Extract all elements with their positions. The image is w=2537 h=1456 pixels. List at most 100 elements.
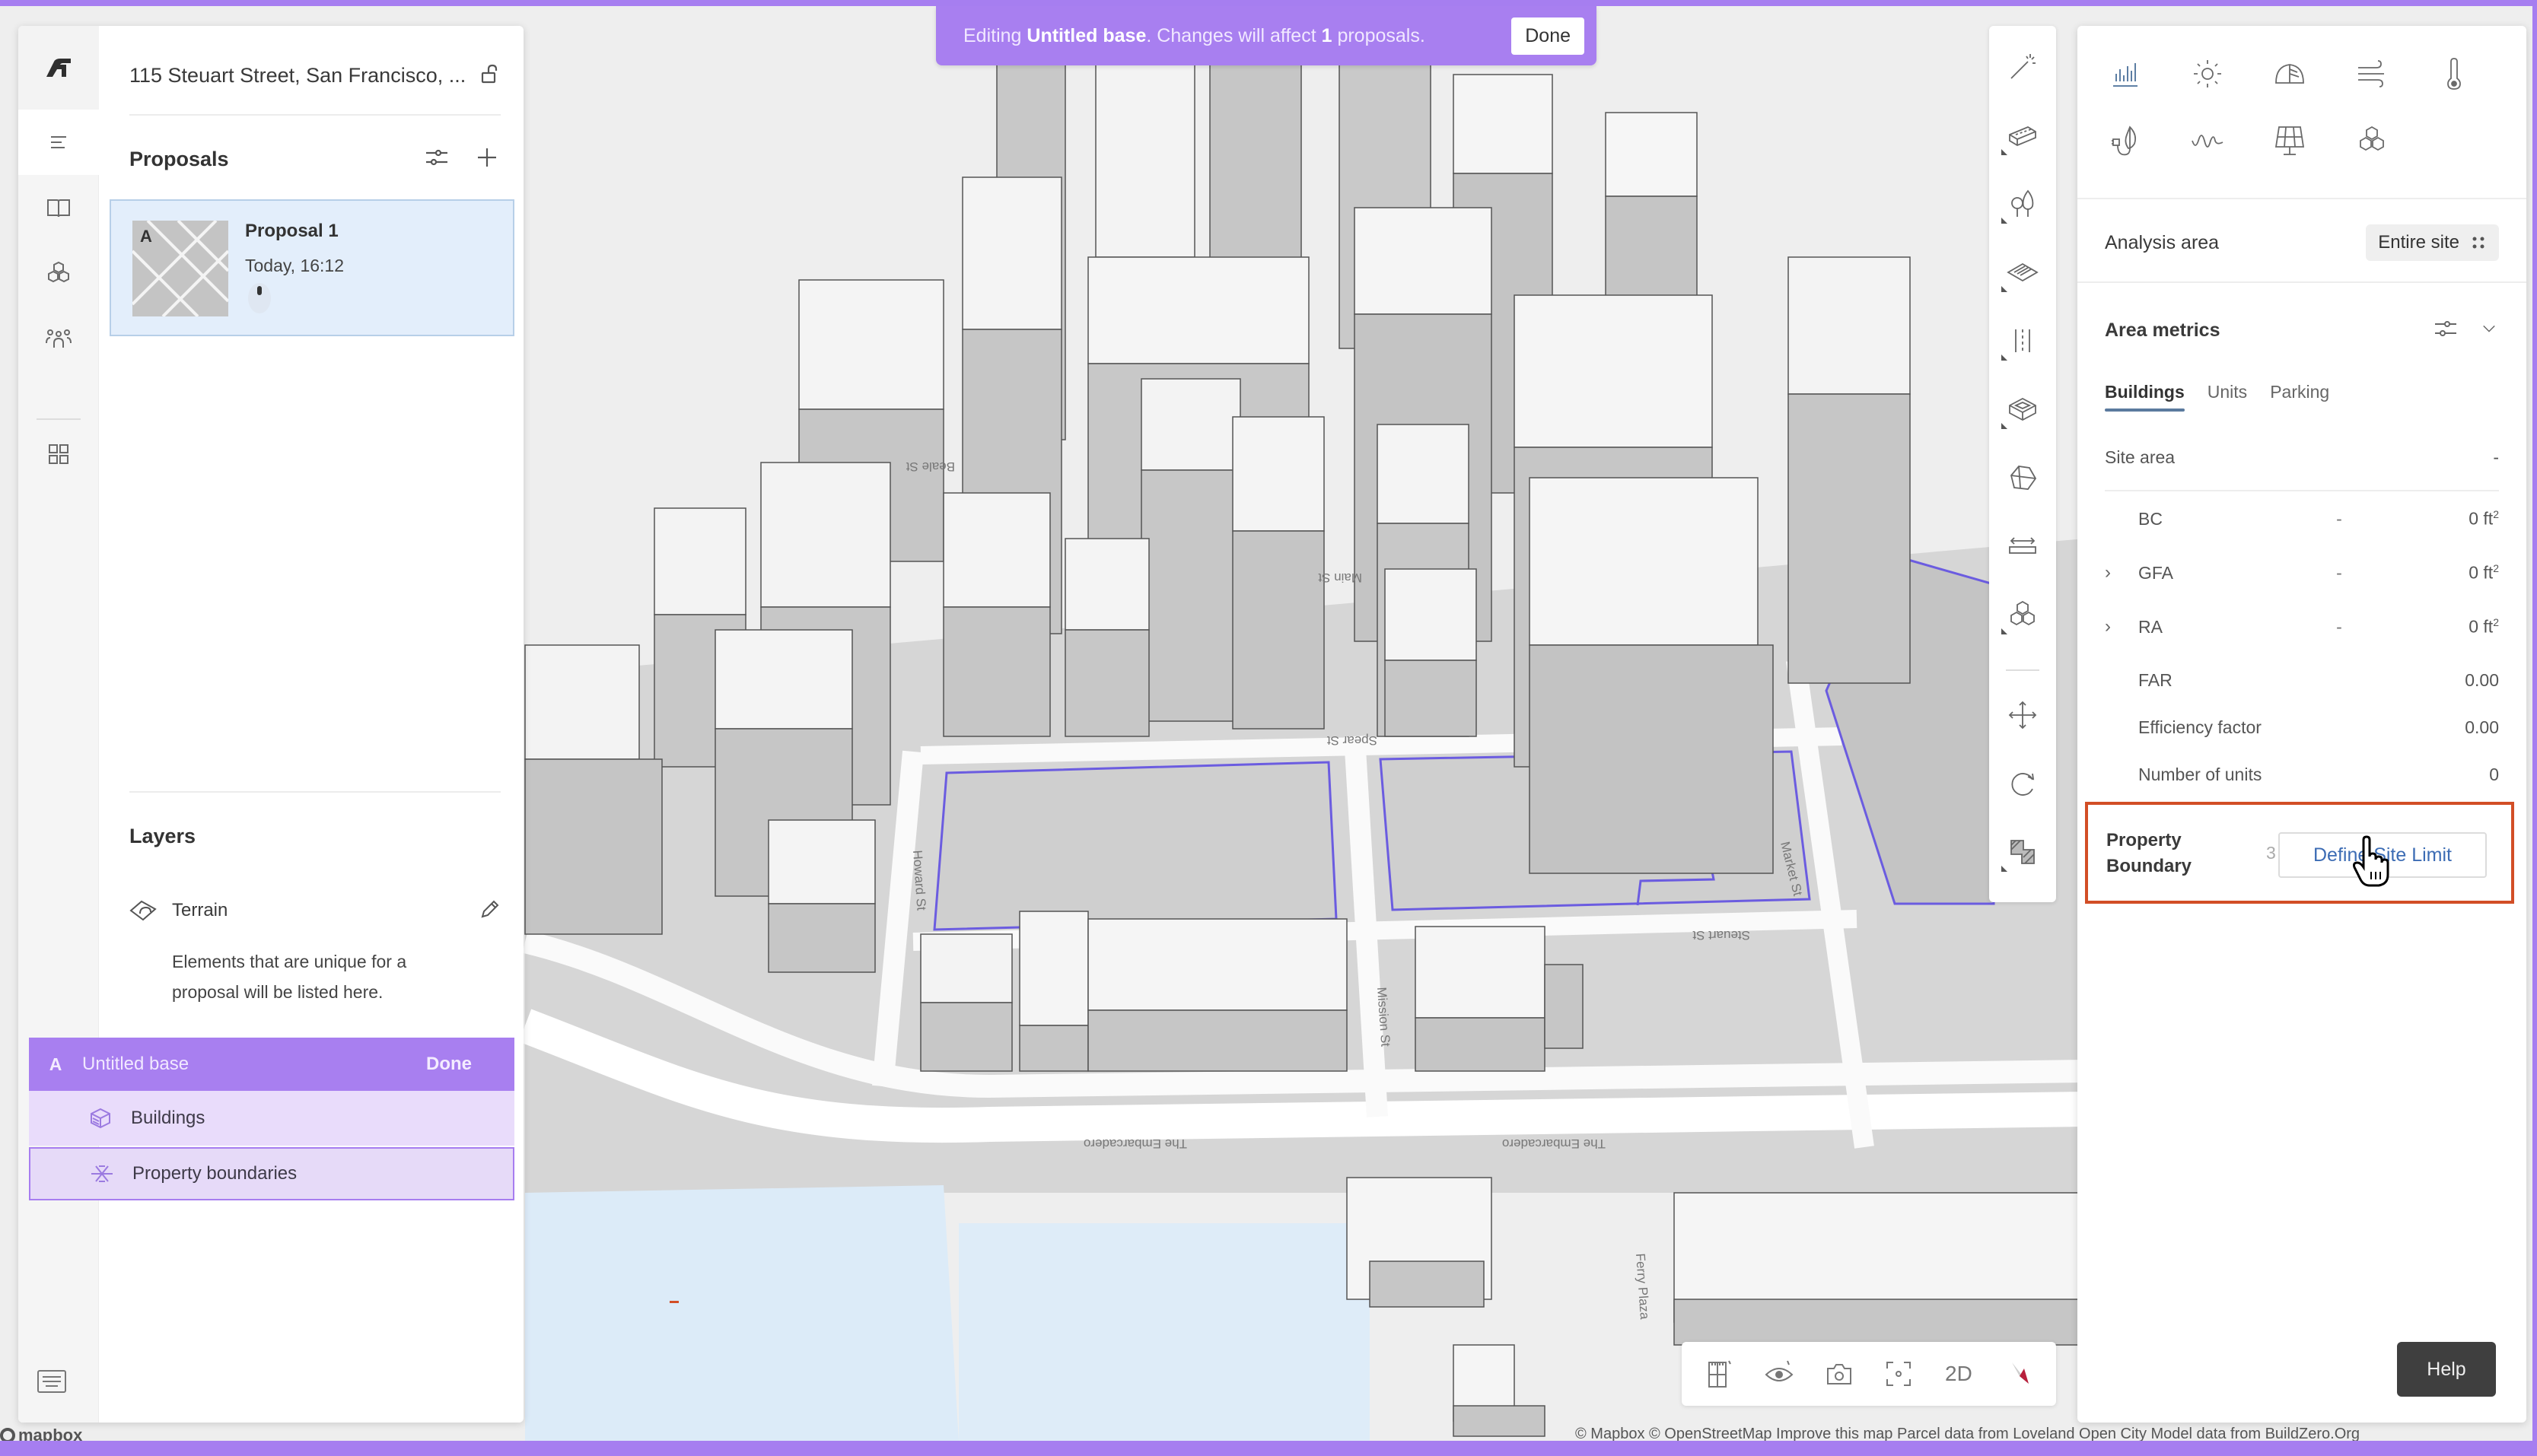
- base-done-button[interactable]: Done: [426, 1054, 472, 1075]
- focus-button[interactable]: [1876, 1351, 1921, 1397]
- street-label-beale: Beale St: [906, 459, 955, 474]
- analysis-sun-button[interactable]: [2182, 49, 2233, 99]
- metric-label: RA: [2138, 616, 2163, 637]
- tool-roof[interactable]: [1989, 447, 2056, 508]
- analysis-area-metrics-button[interactable]: [2100, 49, 2150, 99]
- metric-dash: -: [2336, 562, 2342, 583]
- water-area-2: [959, 1223, 1370, 1441]
- analysis-temperature-button[interactable]: [2429, 49, 2479, 99]
- 2d-toggle-button[interactable]: 2D: [1936, 1351, 1982, 1397]
- banner-base-name: Untitled base: [1027, 24, 1147, 46]
- plus-icon: [478, 148, 496, 167]
- right-panel: Analysis area Entire site Area metrics B…: [2077, 26, 2526, 1423]
- tool-vegetation[interactable]: [1989, 173, 2056, 234]
- proposals-header: Proposals: [129, 140, 501, 178]
- tool-measure[interactable]: [1989, 516, 2056, 577]
- layer-property-boundaries[interactable]: Property boundaries: [29, 1147, 514, 1200]
- modeling-toolbar: [1989, 26, 2056, 902]
- floor-plan-button[interactable]: [1696, 1351, 1742, 1397]
- rail-item-components[interactable]: [18, 240, 99, 306]
- daylight-dome-icon: [2275, 64, 2304, 84]
- terrain-layer[interactable]: Terrain: [129, 892, 501, 930]
- proposal-card[interactable]: A Proposal 1 Today, 16:12: [110, 199, 514, 336]
- map-marker: [670, 1301, 679, 1303]
- site-area-value: -: [2493, 447, 2499, 467]
- expand-chevron-icon[interactable]: ›: [2105, 562, 2138, 583]
- compass-button[interactable]: [1996, 1351, 2042, 1397]
- street-label-embarcadero-2: The Embarcadero: [1502, 1137, 1606, 1151]
- rail-item-collaborators[interactable]: [18, 306, 99, 371]
- compass-icon: [2011, 1362, 2029, 1384]
- metric-label: Number of units: [2138, 764, 2262, 784]
- tool-rotate[interactable]: [1989, 753, 2056, 814]
- buildings-layer-icon: [91, 1108, 110, 1129]
- site-area-row: Site area -: [2105, 447, 2499, 468]
- property-boundary-value: 3: [2266, 843, 2276, 863]
- box-icon: [2009, 397, 2036, 421]
- tool-surface[interactable]: [1989, 242, 2056, 303]
- banner-done-button[interactable]: Done: [1511, 17, 1584, 55]
- metric-value: 0 ft2: [2415, 562, 2499, 583]
- metric-value-text: 0 ft: [2469, 616, 2494, 637]
- autodesk-logo-icon[interactable]: [18, 26, 99, 110]
- tab-parking[interactable]: Parking: [2270, 382, 2329, 412]
- left-panel: 115 Steuart Street, San Francisco, ... P…: [18, 26, 524, 1423]
- map-attribution[interactable]: © Mapbox © OpenStreetMap Improve this ma…: [1575, 1426, 2360, 1441]
- property-lot-1[interactable]: [933, 761, 1338, 931]
- property-boundaries-icon: [91, 1165, 113, 1182]
- metric-row-bc: BC - 0 ft2: [2105, 504, 2499, 534]
- street-label-steuart: Steuart St: [1692, 928, 1750, 943]
- tool-box[interactable]: [1989, 379, 2056, 440]
- analysis-area-value: Entire site: [2378, 232, 2459, 253]
- analysis-energy-button[interactable]: [2100, 116, 2150, 166]
- mapbox-logo-text: mapbox: [18, 1426, 83, 1441]
- hatch-icon: [2010, 840, 2035, 864]
- analysis-cubes-button[interactable]: [2347, 116, 2397, 166]
- metrics-tabs: Buildings Units Parking: [2105, 382, 2329, 412]
- tab-buildings[interactable]: Buildings: [2105, 382, 2185, 412]
- rail-item-apps[interactable]: [18, 421, 99, 487]
- analysis-noise-button[interactable]: [2182, 116, 2233, 166]
- bar-chart-icon: [2113, 63, 2138, 87]
- chevron-down-icon: [2483, 325, 2495, 332]
- analysis-solar-button[interactable]: [2265, 116, 2315, 166]
- street-label-main: Main St: [1318, 571, 1362, 585]
- analysis-daylight-button[interactable]: [2265, 49, 2315, 99]
- tab-units[interactable]: Units: [2208, 382, 2247, 412]
- tool-hatch[interactable]: [1989, 822, 2056, 882]
- keyboard-shortcuts-button[interactable]: [37, 1369, 67, 1397]
- people-icon: [46, 329, 72, 348]
- metric-row-efficiency: Efficiency factor 0.00: [2105, 712, 2499, 742]
- project-header: 115 Steuart Street, San Francisco, ...: [129, 56, 501, 94]
- analysis-area-select[interactable]: Entire site: [2366, 224, 2499, 261]
- area-metrics-collapse-button[interactable]: [2479, 319, 2499, 342]
- surface-icon: [2007, 262, 2039, 282]
- add-proposal-button[interactable]: [473, 144, 501, 175]
- visibility-button[interactable]: [1756, 1351, 1802, 1397]
- banner-message: Editing Untitled base. Changes will affe…: [963, 25, 1425, 47]
- edit-terrain-button[interactable]: [479, 898, 501, 924]
- banner-prefix: Editing: [963, 24, 1027, 46]
- metric-label: BC: [2138, 508, 2163, 529]
- blocks-icon: [2010, 600, 2035, 626]
- tool-magic-wand[interactable]: [1989, 37, 2056, 97]
- mapbox-logo[interactable]: mapbox: [0, 1426, 82, 1441]
- tool-building[interactable]: [1989, 105, 2056, 166]
- analysis-wind-button[interactable]: [2347, 49, 2397, 99]
- unlock-button[interactable]: [479, 63, 501, 88]
- tool-blocks[interactable]: [1989, 584, 2056, 645]
- project-address[interactable]: 115 Steuart Street, San Francisco, ...: [129, 64, 466, 87]
- rail-item-library[interactable]: [18, 175, 99, 240]
- base-layer-row[interactable]: A Untitled base Done: [29, 1038, 514, 1091]
- tool-road[interactable]: [1989, 310, 2056, 371]
- area-metrics-settings-button[interactable]: [2432, 315, 2459, 346]
- metric-label: GFA: [2138, 562, 2174, 583]
- help-button[interactable]: Help: [2397, 1342, 2496, 1397]
- proposals-filter-button[interactable]: [423, 144, 450, 175]
- tool-move[interactable]: [1989, 685, 2056, 745]
- layer-buildings[interactable]: Buildings: [29, 1091, 514, 1146]
- expand-chevron-icon[interactable]: ›: [2105, 616, 2138, 637]
- camera-button[interactable]: [1816, 1351, 1862, 1397]
- proposals-title: Proposals: [129, 147, 229, 170]
- rail-item-menu[interactable]: [18, 110, 99, 175]
